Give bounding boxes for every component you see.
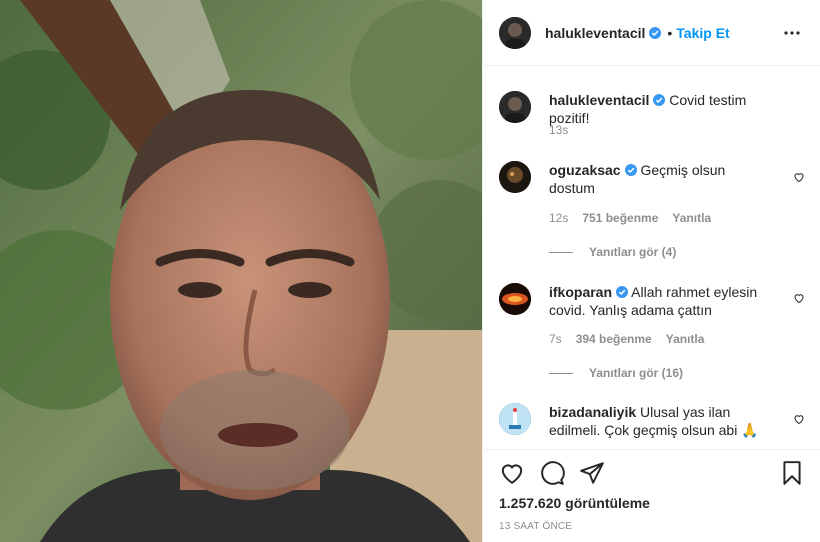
comment-icon[interactable] (539, 460, 565, 486)
reply-button[interactable]: Yanıtla (672, 211, 711, 225)
post-details-panel: halukleventacil • Takip Et halukleventac… (482, 0, 820, 542)
caption-time[interactable]: 13s (549, 123, 568, 137)
comment-like-heart-icon[interactable] (793, 171, 805, 183)
comment-text-block: ifkoparan Allah rahmet eylesin covid. Ya… (549, 283, 769, 319)
divider-line (549, 251, 573, 253)
reply-button[interactable]: Yanıtla (666, 332, 705, 346)
view-count[interactable]: 1.257.620 görüntüleme (499, 495, 650, 511)
follow-button[interactable]: Takip Et (676, 25, 729, 41)
view-replies-label: Yanıtları gör (16) (589, 366, 684, 380)
more-options-icon[interactable] (780, 21, 804, 45)
post-media[interactable] (0, 0, 482, 542)
avatar[interactable] (499, 91, 531, 123)
post-author-username[interactable]: halukleventacil (545, 25, 645, 41)
comments-list[interactable]: halukleventacil Covid testim pozitif! 13… (483, 67, 820, 448)
avatar[interactable] (499, 403, 531, 435)
caption-username[interactable]: halukleventacil (549, 92, 649, 108)
header-separator: • (667, 24, 673, 41)
verified-badge-icon (649, 26, 662, 39)
comment-time[interactable]: 12s (549, 211, 568, 225)
comment-text-block: oguzaksac Geçmiş olsun dostum (549, 161, 769, 197)
avatar[interactable] (499, 283, 531, 315)
avatar[interactable] (499, 16, 531, 49)
heart-icon[interactable] (499, 460, 525, 486)
comment-username[interactable]: bizadanaliyik (549, 404, 636, 420)
caption-text-block: halukleventacil Covid testim pozitif! (549, 91, 769, 127)
action-bar (499, 460, 805, 488)
post-timestamp[interactable]: 13 SAAT ÖNCE (499, 521, 572, 532)
verified-badge-icon (653, 94, 666, 106)
comment-like-heart-icon[interactable] (793, 292, 805, 304)
caption-row: halukleventacil Covid testim pozitif! (499, 91, 805, 127)
post-header: halukleventacil • Takip Et (483, 0, 820, 66)
comment-likes[interactable]: 751 beğenme (582, 211, 658, 225)
comment-like-heart-icon[interactable] (793, 413, 805, 425)
comment-text-block: bizadanaliyik Ulusal yas ilan edilmeli. … (549, 403, 769, 439)
comment-meta: 7s 394 beğenme Yanıtla (549, 332, 704, 346)
view-replies-button[interactable]: Yanıtları gör (4) (549, 245, 676, 259)
view-replies-label: Yanıtları gör (4) (589, 245, 677, 259)
comment-meta: 12s 751 beğenme Yanıtla (549, 211, 711, 225)
caption-meta: 13s (549, 123, 568, 137)
verified-badge-icon (624, 164, 637, 176)
comment-row: bizadanaliyik Ulusal yas ilan edilmeli. … (499, 403, 805, 439)
comment-likes[interactable]: 394 beğenme (576, 332, 652, 346)
view-replies-button[interactable]: Yanıtları gör (16) (549, 366, 683, 380)
comment-username[interactable]: ifkoparan (549, 284, 612, 300)
comment-time[interactable]: 7s (549, 332, 562, 346)
comment-row: ifkoparan Allah rahmet eylesin covid. Ya… (499, 283, 805, 319)
video-frame-image (0, 0, 482, 542)
post-actions-section: 1.257.620 görüntüleme 13 SAAT ÖNCE (483, 449, 820, 542)
comment-username[interactable]: oguzaksac (549, 162, 621, 178)
verified-badge-icon (616, 286, 629, 298)
avatar[interactable] (499, 161, 531, 193)
comment-row: oguzaksac Geçmiş olsun dostum (499, 161, 805, 197)
divider-line (549, 372, 573, 374)
share-icon[interactable] (579, 460, 605, 486)
bookmark-icon[interactable] (779, 460, 805, 486)
